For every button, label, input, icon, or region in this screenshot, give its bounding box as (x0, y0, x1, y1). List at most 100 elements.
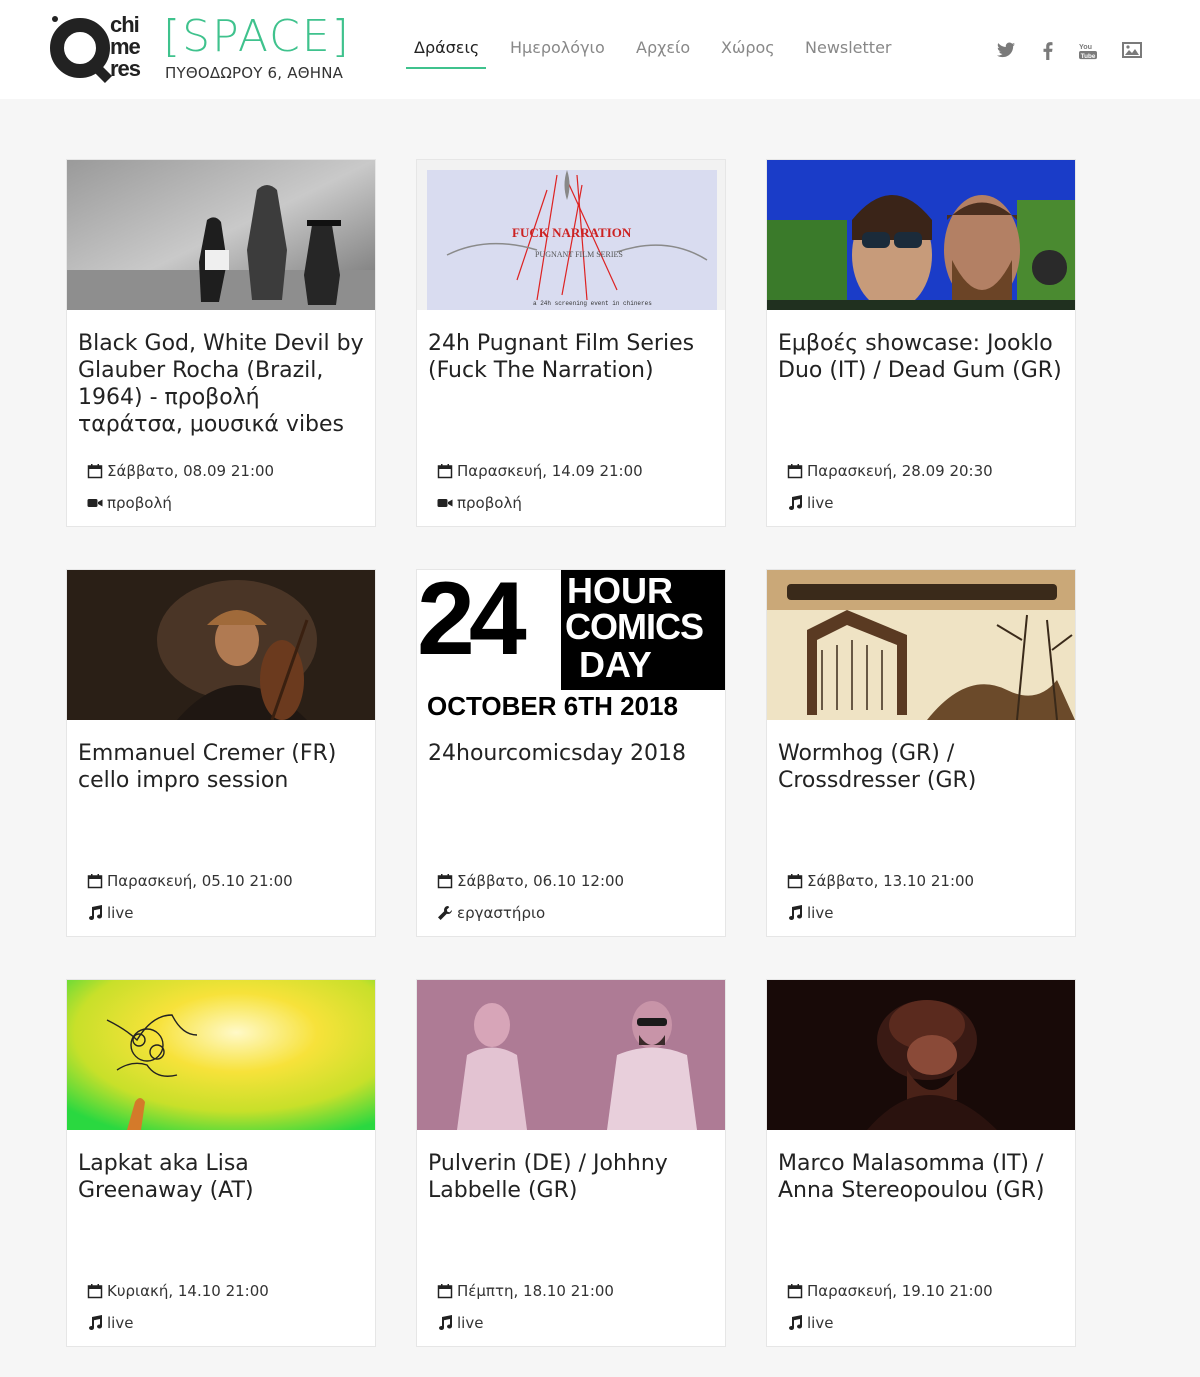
calendar-icon (437, 464, 453, 479)
event-type[interactable]: live (87, 904, 133, 922)
event-image[interactable]: FUCK NARRATION PUGNANT FILM SERIES a 24h… (417, 160, 725, 310)
event-type-label: live (807, 494, 834, 512)
event-image[interactable] (417, 980, 725, 1130)
event-title[interactable]: 24h Pugnant Film Series (Fuck The Narrat… (428, 330, 718, 384)
event-title[interactable]: Εμβοές showcase: Jooklo Duo (IT) / Dead … (778, 330, 1068, 384)
image-line-3: DAY (579, 644, 652, 685)
twitter-icon[interactable] (996, 42, 1016, 62)
event-title[interactable]: Pulverin (DE) / Johhny Labbelle (GR) (428, 1150, 718, 1204)
site-header: chi me res [SPACE] ΠΥΘΟΔΩΡΟΥ 6, ΑΘΗΝΑ Δρ… (0, 0, 1200, 99)
event-date: Παρασκευή, 28.09 20:30 (787, 462, 993, 480)
event-date-text: Παρασκευή, 14.09 21:00 (457, 462, 643, 480)
event-date-text: Πέμπτη, 18.10 21:00 (457, 1282, 614, 1300)
svg-text:You: You (1079, 42, 1092, 51)
wrench-icon (438, 906, 452, 920)
music-note-icon (789, 905, 802, 920)
event-card[interactable]: Εμβοές showcase: Jooklo Duo (IT) / Dead … (766, 159, 1076, 527)
event-card[interactable]: Wormhog (GR) / Crossdresser (GR) Σάββατο… (766, 569, 1076, 937)
event-type-label: εργαστήριο (457, 904, 546, 922)
event-title[interactable]: Marco Malasomma (IT) / Anna Stereopoulou… (778, 1150, 1068, 1204)
event-type[interactable]: προβολή (437, 494, 522, 512)
music-note-icon (89, 1315, 102, 1330)
event-type[interactable]: εργαστήριο (437, 904, 545, 922)
event-image[interactable] (67, 980, 375, 1130)
site-logo[interactable]: chi me res [SPACE] ΠΥΘΟΔΩΡΟΥ 6, ΑΘΗΝΑ (50, 14, 350, 84)
event-image[interactable]: 24 HOUR COMICS DAY OCTOBER 6TH 2018 (417, 570, 725, 720)
event-type[interactable]: live (787, 494, 833, 512)
calendar-icon (87, 1284, 103, 1299)
event-title[interactable]: Black God, White Devil by Glauber Rocha … (78, 330, 368, 438)
event-type[interactable]: live (787, 904, 833, 922)
calendar-icon (87, 464, 103, 479)
nav-item-calendar[interactable]: Ημερολόγιο (510, 38, 605, 57)
event-title[interactable]: Lapkat aka Lisa Greenaway (AT) (78, 1150, 368, 1204)
event-type[interactable]: προβολή (87, 494, 172, 512)
event-image[interactable] (767, 160, 1075, 310)
event-date-text: Παρασκευή, 05.10 21:00 (107, 872, 293, 890)
image-bottom-line: OCTOBER 6TH 2018 (427, 691, 678, 720)
calendar-icon (437, 874, 453, 889)
event-image[interactable] (67, 570, 375, 720)
video-camera-icon (87, 499, 103, 507)
event-type-label: προβολή (107, 494, 172, 512)
event-title[interactable]: Wormhog (GR) / Crossdresser (GR) (778, 740, 1068, 794)
calendar-icon (787, 464, 803, 479)
event-date: Σάββατο, 13.10 21:00 (787, 872, 974, 890)
event-image[interactable] (767, 980, 1075, 1130)
logo-space-text: [SPACE] (163, 11, 351, 62)
event-title[interactable]: 24hourcomicsday 2018 (428, 740, 718, 767)
event-date-text: Παρασκευή, 19.10 21:00 (807, 1282, 993, 1300)
image-headline: FUCK NARRATION (512, 225, 632, 240)
video-camera-icon (437, 499, 453, 507)
event-type-label: live (807, 1314, 834, 1332)
image-footline: a 24h screening event in chineres (533, 300, 652, 307)
event-date: Παρασκευή, 14.09 21:00 (437, 462, 643, 480)
music-note-icon (89, 905, 102, 920)
calendar-icon (437, 1284, 453, 1299)
event-card[interactable]: Pulverin (DE) / Johhny Labbelle (GR) Πέμ… (416, 979, 726, 1347)
nav-item-space[interactable]: Χώρος (721, 38, 775, 57)
music-note-icon (789, 1315, 802, 1330)
event-image[interactable] (767, 570, 1075, 720)
event-card[interactable]: 24 HOUR COMICS DAY OCTOBER 6TH 2018 24ho… (416, 569, 726, 937)
svg-text:Tube: Tube (1081, 53, 1096, 60)
event-date: Σάββατο, 08.09 21:00 (87, 462, 274, 480)
logo-word-part: chi (110, 12, 140, 37)
event-date: Πέμπτη, 18.10 21:00 (437, 1282, 614, 1300)
facebook-icon[interactable] (1038, 42, 1058, 62)
event-card[interactable]: Black God, White Devil by Glauber Rocha … (66, 159, 376, 527)
nav-item-draseis[interactable]: Δράσεις (414, 38, 479, 57)
image-subheadline: PUGNANT FILM SERIES (535, 250, 623, 259)
event-date: Σάββατο, 06.10 12:00 (437, 872, 624, 890)
logo-address: ΠΥΘΟΔΩΡΟΥ 6, ΑΘΗΝΑ (165, 64, 344, 82)
event-type[interactable]: live (787, 1314, 833, 1332)
nav-active-underline (406, 67, 486, 69)
nav-item-newsletter[interactable]: Newsletter (805, 38, 892, 57)
nav-item-archive[interactable]: Αρχείο (636, 38, 690, 57)
image-line-2: COMICS (565, 606, 704, 647)
youtube-icon[interactable]: You Tube (1078, 42, 1098, 62)
logo-dot (52, 16, 58, 22)
event-type-label: προβολή (457, 494, 522, 512)
event-card[interactable]: Marco Malasomma (IT) / Anna Stereopoulou… (766, 979, 1076, 1347)
event-type-label: live (107, 904, 134, 922)
music-note-icon (439, 1315, 452, 1330)
logo-q-mark (50, 18, 110, 78)
event-title[interactable]: Emmanuel Cremer (FR) cello impro session (78, 740, 368, 794)
event-type-label: live (107, 1314, 134, 1332)
event-card[interactable]: Lapkat aka Lisa Greenaway (AT) Κυριακή, … (66, 979, 376, 1347)
calendar-icon (87, 874, 103, 889)
event-type[interactable]: live (87, 1314, 133, 1332)
event-date: Παρασκευή, 05.10 21:00 (87, 872, 293, 890)
image-line-1: HOUR (567, 570, 673, 611)
event-type-label: live (457, 1314, 484, 1332)
calendar-icon (787, 1284, 803, 1299)
logo-wordmark: chi me res (110, 12, 141, 80)
event-card[interactable]: Emmanuel Cremer (FR) cello impro session… (66, 569, 376, 937)
event-card[interactable]: FUCK NARRATION PUGNANT FILM SERIES a 24h… (416, 159, 726, 527)
gallery-icon[interactable] (1122, 42, 1142, 62)
event-image[interactable] (67, 160, 375, 310)
event-date: Παρασκευή, 19.10 21:00 (787, 1282, 993, 1300)
image-big-number: 24 (417, 570, 527, 677)
event-type[interactable]: live (437, 1314, 483, 1332)
